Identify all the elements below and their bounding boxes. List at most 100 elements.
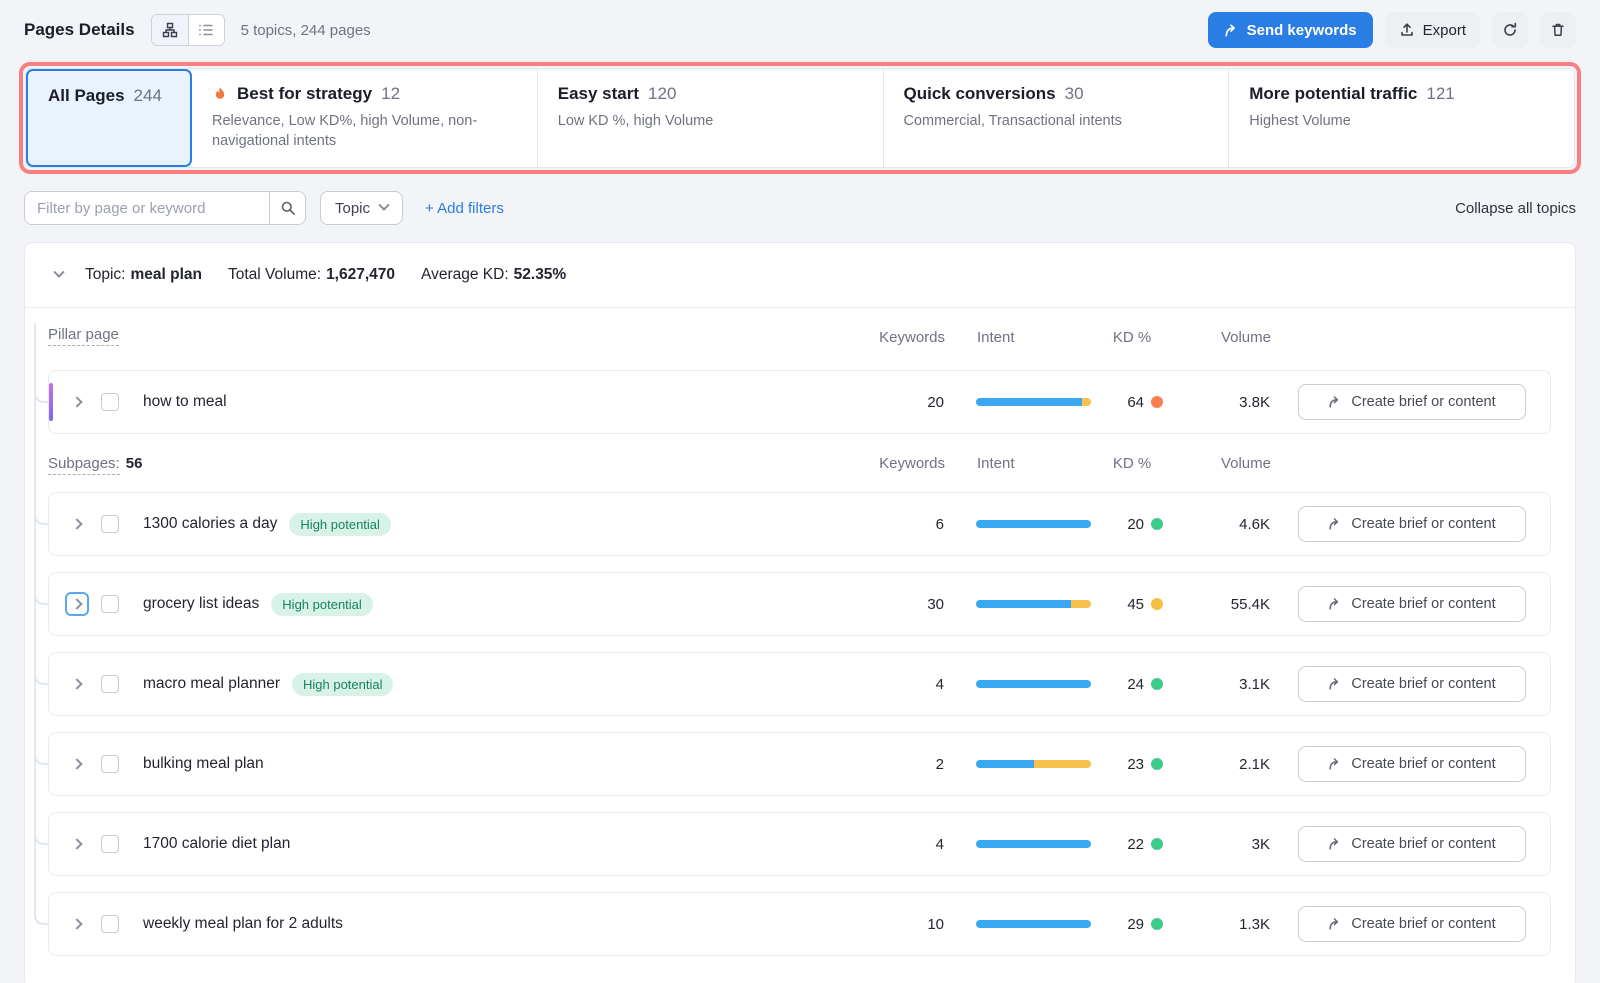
list-icon [198, 22, 214, 38]
keywords-value: 4 [864, 676, 944, 693]
volume-value: 3.1K [1179, 676, 1270, 693]
expand-row-button[interactable] [65, 672, 89, 696]
page-name: grocery list ideas [143, 595, 259, 613]
expand-row-button[interactable] [65, 512, 89, 536]
expand-row-button[interactable] [65, 832, 89, 856]
intent-bar [976, 920, 1091, 928]
send-keywords-button[interactable]: Send keywords [1208, 12, 1373, 48]
tab-count: 121 [1426, 84, 1454, 104]
tab-all-pages[interactable]: All Pages 244 [26, 69, 192, 167]
topic-dropdown[interactable]: Topic [320, 191, 403, 225]
forward-arrow-icon [1328, 677, 1342, 691]
export-button[interactable]: Export [1385, 12, 1480, 48]
tab-count: 120 [648, 84, 676, 104]
kd-dot [1151, 678, 1163, 690]
forward-arrow-icon [1328, 837, 1342, 851]
subpage-row: macro meal plannerHigh potential 4 24 3.… [48, 652, 1551, 716]
chevron-right-icon [71, 518, 82, 529]
expand-row-button-focused[interactable] [65, 592, 89, 616]
flame-icon [212, 86, 228, 103]
tab-label: Best for strategy [237, 84, 372, 104]
volume-value: 1.3K [1179, 916, 1270, 933]
row-checkbox[interactable] [101, 393, 119, 411]
expand-row-button[interactable] [65, 752, 89, 776]
chevron-right-icon [71, 678, 82, 689]
filter-bar: Topic + Add filters Collapse all topics [24, 190, 1576, 226]
kd-value: 64 [1127, 394, 1144, 411]
chevron-right-icon [71, 598, 82, 609]
kd-dot [1151, 396, 1163, 408]
topic-card: Topic:meal plan Total Volume:1,627,470 A… [24, 242, 1576, 983]
trash-icon [1550, 22, 1566, 38]
forward-arrow-icon [1328, 757, 1342, 771]
chevron-down-icon [378, 200, 389, 211]
create-brief-button[interactable]: Create brief or content [1298, 506, 1526, 542]
chevron-down-icon [53, 267, 64, 278]
tree-view-button[interactable] [152, 15, 188, 45]
filter-search-box [24, 191, 306, 225]
tab-subtitle: Low KD %, high Volume [558, 111, 858, 131]
chevron-right-icon [71, 838, 82, 849]
topic-card-body: Pillar page Keywords Intent KD % Volume … [25, 308, 1575, 983]
tab-best-for-strategy[interactable]: Best for strategy 12 Relevance, Low KD%,… [192, 69, 537, 167]
tree-connector-lines [25, 308, 48, 958]
subpage-row: bulking meal plan 2 23 2.1K Create brief… [48, 732, 1551, 796]
create-brief-button[interactable]: Create brief or content [1298, 906, 1526, 942]
tab-label: More potential traffic [1249, 84, 1417, 104]
page-name: how to meal [143, 393, 227, 411]
tab-count: 30 [1065, 84, 1084, 104]
search-button[interactable] [269, 192, 305, 224]
tab-more-potential-traffic[interactable]: More potential traffic 121 Highest Volum… [1228, 69, 1574, 167]
keywords-value: 30 [864, 596, 944, 613]
delete-button[interactable] [1540, 12, 1576, 48]
tab-easy-start[interactable]: Easy start 120 Low KD %, high Volume [537, 69, 883, 167]
expand-row-button[interactable] [65, 390, 89, 414]
forward-arrow-icon [1328, 597, 1342, 611]
topic-collapse-button[interactable] [49, 271, 69, 279]
annotation-highlight-box: All Pages 244 Best for strategy 12 Relev… [19, 62, 1581, 174]
volume-value: 3.8K [1179, 394, 1270, 411]
topic-name: meal plan [131, 266, 203, 283]
create-brief-button[interactable]: Create brief or content [1298, 746, 1526, 782]
refresh-button[interactable] [1492, 12, 1528, 48]
row-checkbox[interactable] [101, 835, 119, 853]
filter-input[interactable] [25, 192, 269, 224]
create-brief-button[interactable]: Create brief or content [1298, 384, 1526, 420]
column-intent: Intent [977, 455, 1092, 472]
create-brief-button[interactable]: Create brief or content [1298, 666, 1526, 702]
refresh-icon [1502, 22, 1518, 38]
page-name: 1300 calories a day [143, 515, 277, 533]
high-potential-badge: High potential [271, 593, 373, 616]
column-keywords: Keywords [865, 329, 945, 346]
tab-subtitle: Commercial, Transactional intents [904, 111, 1204, 131]
list-view-button[interactable] [188, 15, 224, 45]
subpages-count: 56 [126, 455, 143, 472]
row-checkbox[interactable] [101, 595, 119, 613]
subpage-row: 1700 calorie diet plan 4 22 3K Create br… [48, 812, 1551, 876]
send-keywords-label: Send keywords [1247, 22, 1357, 39]
kd-value: 45 [1127, 596, 1144, 613]
search-icon [280, 200, 296, 216]
row-checkbox[interactable] [101, 515, 119, 533]
row-checkbox[interactable] [101, 755, 119, 773]
kd-value: 22 [1127, 836, 1144, 853]
tab-quick-conversions[interactable]: Quick conversions 30 Commercial, Transac… [883, 69, 1229, 167]
pages-details-screen: Pages Details 5 topics, 244 pages Send k… [0, 0, 1600, 983]
add-filters-link[interactable]: + Add filters [425, 200, 504, 217]
volume-value: 2.1K [1179, 756, 1270, 773]
volume-value: 4.6K [1179, 516, 1270, 533]
create-brief-button[interactable]: Create brief or content [1298, 586, 1526, 622]
tab-label: All Pages [48, 86, 125, 106]
kd-value: 23 [1127, 756, 1144, 773]
row-checkbox[interactable] [101, 675, 119, 693]
average-kd: Average KD:52.35% [421, 266, 566, 284]
collapse-all-topics-link[interactable]: Collapse all topics [1455, 200, 1576, 217]
export-icon [1399, 22, 1415, 38]
create-brief-button[interactable]: Create brief or content [1298, 826, 1526, 862]
export-label: Export [1423, 22, 1466, 39]
volume-value: 3K [1179, 836, 1270, 853]
kd-value: 29 [1127, 916, 1144, 933]
expand-row-button[interactable] [65, 912, 89, 936]
row-checkbox[interactable] [101, 915, 119, 933]
column-volume: Volume [1180, 455, 1271, 472]
